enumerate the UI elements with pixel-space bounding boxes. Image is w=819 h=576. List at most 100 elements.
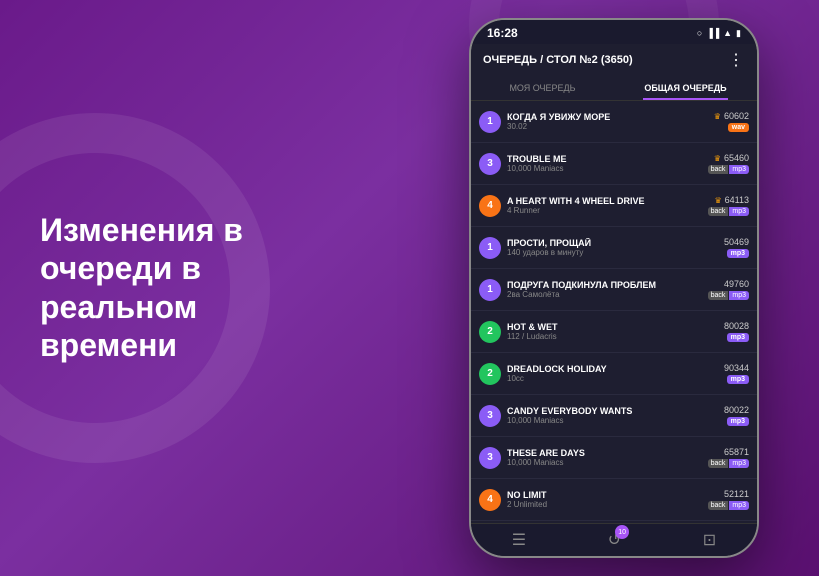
song-artist: 10,000 Maniacs [507,164,704,173]
song-title: ПРОСТИ, ПРОЩАЙ [507,238,720,248]
song-item: 3 CANDY EVERYBODY WANTS 10,000 Maniacs 8… [471,395,757,437]
song-item: 1 ПРОСТИ, ПРОЩАЙ 140 ударов в минуту 504… [471,227,757,269]
hero-text: Изменения в очереди в реальном времени [40,211,320,365]
song-id-row: 49760 [724,279,749,289]
song-title: DREADLOCK HOLIDAY [507,364,720,374]
song-item: 3 THESE ARE DAYS 10,000 Maniacs 65871 ba… [471,437,757,479]
song-right: 80022 mp3 [724,405,749,426]
song-number: 1 [479,111,501,133]
song-info: CANDY EVERYBODY WANTS 10,000 Maniacs [507,406,720,425]
song-number: 3 [479,153,501,175]
song-title: ПОДРУГА ПОДКИНУЛА ПРОБЛЕМ [507,280,704,290]
status-bar: 16:28 ○ ▐▐ ▲ ▮ [471,20,757,44]
song-id: 80028 [724,321,749,331]
badge-wav: wav [728,123,749,132]
song-id-row: 65871 [724,447,749,457]
song-info: DREADLOCK HOLIDAY 10cc [507,364,720,383]
song-item: 1 КОГДА Я УВИЖУ МОРЕ 30.02 ♛ 60602 wav [471,101,757,143]
song-id: 65871 [724,447,749,457]
song-number: 3 [479,405,501,427]
song-right: 80028 mp3 [724,321,749,342]
song-right: 52121 backmp3 [708,489,749,510]
song-number: 4 [479,195,501,217]
screen-icon: ⊡ [703,530,716,550]
song-id: 60602 [724,111,749,121]
song-number: 1 [479,279,501,301]
song-title: КОГДА Я УВИЖУ МОРЕ [507,112,710,122]
queue-icon: ☰ [512,530,526,550]
song-artist: 112 / Ludacris [507,332,720,341]
song-info: THESE ARE DAYS 10,000 Maniacs [507,448,704,467]
song-info: ПОДРУГА ПОДКИНУЛА ПРОБЛЕМ 2ва Самолёта [507,280,704,299]
badge-back-mp3: backmp3 [708,207,749,216]
app-header-title: ОЧЕРЕДЬ / СТОЛ №2 (3650) [483,54,633,66]
hero-section: Изменения в очереди в реальном времени [40,211,320,365]
nav-history[interactable]: ↺ 10 [608,530,621,550]
song-id: 90344 [724,363,749,373]
badge-back-mp3: backmp3 [708,165,749,174]
wifi-icon: ▲ [723,28,732,38]
song-id: 52121 [724,489,749,499]
badge-back-mp3: backmp3 [708,459,749,468]
song-id-row: 80022 [724,405,749,415]
song-right: ♛ 60602 wav [714,111,749,132]
tab-my-queue[interactable]: МОЯ ОЧЕРЕДЬ [471,76,614,100]
song-id: 49760 [724,279,749,289]
song-number: 2 [479,321,501,343]
song-id: 80022 [724,405,749,415]
song-id-row: ♛ 60602 [714,111,749,121]
crown-icon: ♛ [714,154,721,163]
song-right: ♛ 64113 backmp3 [708,195,749,216]
status-icons: ○ ▐▐ ▲ ▮ [697,28,741,39]
song-artist: 30.02 [507,122,710,131]
signal-icon: ▐▐ [706,28,719,38]
song-id-row: 80028 [724,321,749,331]
badge-back-mp3: backmp3 [708,501,749,510]
song-item: 4 NO LIMIT 2 Unlimited 52121 backmp3 [471,479,757,521]
nav-screen[interactable]: ⊡ [703,530,716,550]
tab-general-queue[interactable]: ОБЩАЯ ОЧЕРЕДЬ [614,76,757,100]
crown-icon: ♛ [714,112,721,121]
song-artist: 140 ударов в минуту [507,248,720,257]
app-header: ОЧЕРЕДЬ / СТОЛ №2 (3650) ⋮ [471,44,757,76]
bottom-nav: ☰ ↺ 10 ⊡ [471,523,757,556]
song-number: 1 [479,237,501,259]
song-title: THESE ARE DAYS [507,448,704,458]
song-right: 90344 mp3 [724,363,749,384]
circle-icon: ○ [697,28,702,38]
song-id-row: ♛ 64113 [714,195,749,205]
song-id-row: ♛ 65460 [714,153,749,163]
song-info: ПРОСТИ, ПРОЩАЙ 140 ударов в минуту [507,238,720,257]
song-right: 65871 backmp3 [708,447,749,468]
battery-icon: ▮ [736,28,741,39]
history-badge: 10 [615,525,629,539]
song-title: NO LIMIT [507,490,704,500]
song-id: 50469 [724,237,749,247]
song-number: 2 [479,363,501,385]
song-info: КОГДА Я УВИЖУ МОРЕ 30.02 [507,112,710,131]
song-item: 2 DREADLOCK HOLIDAY 10cc 90344 mp3 [471,353,757,395]
song-artist: 2 Unlimited [507,500,704,509]
badge-mp3: mp3 [727,417,749,426]
song-id-row: 90344 [724,363,749,373]
song-item: 2 HOT & WET 112 / Ludacris 80028 mp3 [471,311,757,353]
phone-wrapper: 16:28 ○ ▐▐ ▲ ▮ ОЧЕРЕДЬ / СТОЛ №2 (3650) … [469,18,759,558]
song-artist: 10,000 Maniacs [507,458,704,467]
song-right: ♛ 65460 backmp3 [708,153,749,174]
song-right: 50469 mp3 [724,237,749,258]
song-info: NO LIMIT 2 Unlimited [507,490,704,509]
song-item: 3 TROUBLE ME 10,000 Maniacs ♛ 65460 back… [471,143,757,185]
nav-queue[interactable]: ☰ [512,530,526,550]
menu-button[interactable]: ⋮ [728,50,745,70]
song-right: 49760 backmp3 [708,279,749,300]
song-id: 65460 [724,153,749,163]
song-id-row: 50469 [724,237,749,247]
song-title: A HEART WITH 4 WHEEL DRIVE [507,196,704,206]
badge-mp3: mp3 [727,375,749,384]
song-id: 64113 [725,195,749,205]
song-artist: 10cc [507,374,720,383]
crown-icon: ♛ [714,196,721,205]
song-title: CANDY EVERYBODY WANTS [507,406,720,416]
song-number: 3 [479,447,501,469]
song-number: 4 [479,489,501,511]
